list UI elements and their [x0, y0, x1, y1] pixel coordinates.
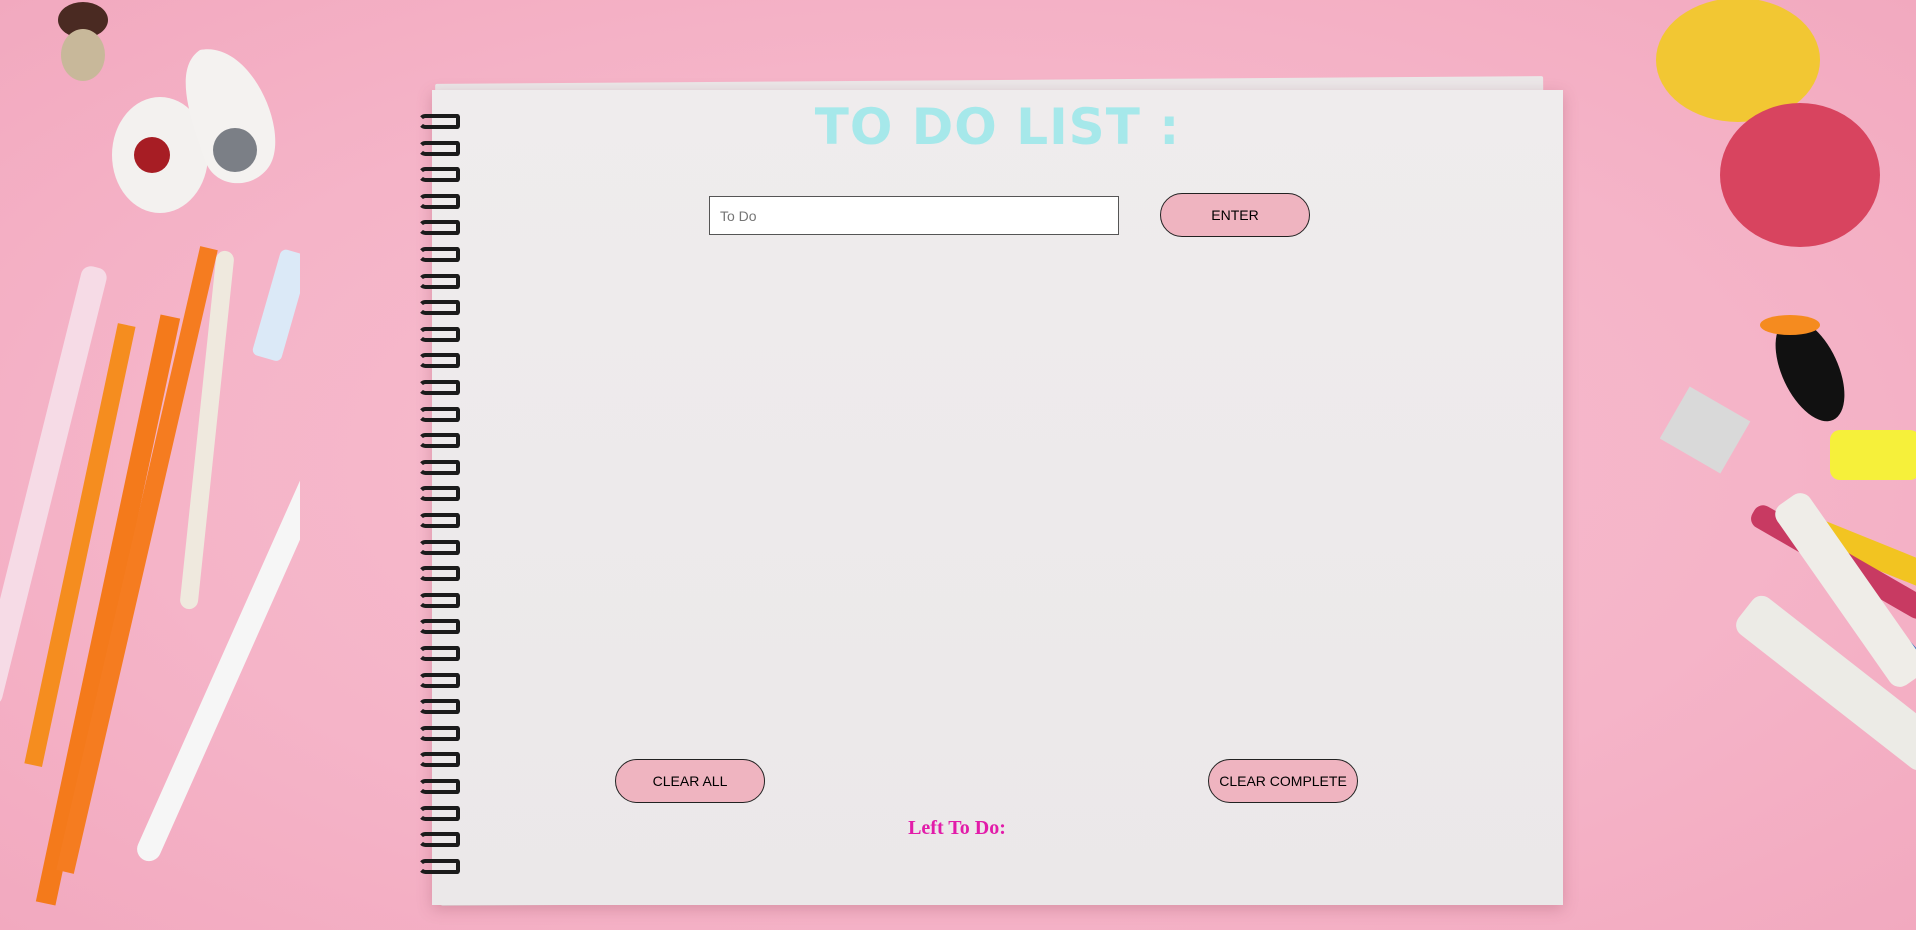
todo-input[interactable]: [709, 196, 1119, 235]
todo-list: [612, 255, 1372, 735]
coil-ring: [418, 699, 460, 715]
coil-ring: [418, 779, 460, 794]
coil-ring: [418, 752, 460, 768]
erasers-icon: [112, 49, 276, 213]
coil-ring: [418, 220, 460, 236]
coil-ring: [418, 646, 460, 661]
coil-ring: [418, 273, 460, 289]
coil-ring: [418, 619, 460, 635]
coil-ring: [418, 326, 460, 342]
pencils-icon: [0, 246, 300, 906]
coil-ring: [418, 353, 460, 369]
spiral-binding: [418, 114, 468, 884]
notebook: TO DO LIST : ENTER CLEAR ALL CLEAR COMPL…: [418, 90, 1563, 905]
coil-ring: [418, 725, 460, 741]
coil-ring: [418, 406, 460, 422]
coil-ring: [418, 247, 460, 262]
coil-ring: [418, 300, 460, 316]
coil-ring: [418, 513, 460, 528]
coil-ring: [418, 592, 460, 608]
figurine-icon: [58, 2, 108, 81]
clear-all-button[interactable]: CLEAR ALL: [615, 759, 765, 803]
coil-ring: [418, 193, 460, 209]
enter-button[interactable]: ENTER: [1160, 193, 1310, 237]
coil-ring: [418, 459, 460, 475]
coil-ring: [418, 539, 460, 555]
macarons-icon: [1656, 0, 1880, 247]
coil-ring: [418, 672, 460, 688]
coil-ring: [418, 380, 460, 395]
left-to-do-label: Left To Do:: [908, 817, 1006, 839]
page-title: TO DO LIST :: [814, 98, 1181, 156]
coil-ring: [418, 858, 460, 874]
clear-complete-button[interactable]: CLEAR COMPLETE: [1208, 759, 1358, 803]
coil-ring: [418, 486, 460, 502]
coil-ring: [418, 433, 460, 449]
crayons-icon: [1736, 430, 1916, 771]
coil-ring: [418, 167, 460, 183]
coil-ring: [418, 566, 460, 582]
